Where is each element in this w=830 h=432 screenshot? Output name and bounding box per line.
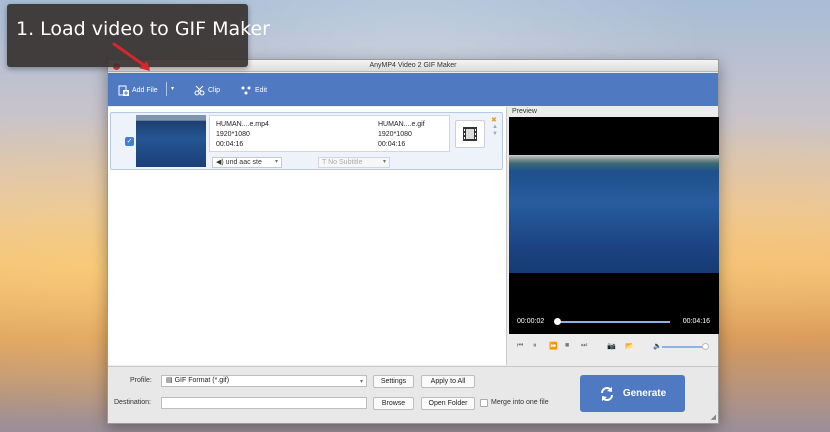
destination-label: Destination:: [114, 399, 151, 406]
merge-label: Merge into one file: [491, 399, 549, 406]
camera-icon[interactable]: 📷: [607, 342, 616, 350]
speaker-icon: ◀): [216, 159, 224, 166]
output-name: HUMAN....e.gif: [378, 121, 425, 128]
file-checkbox[interactable]: ✓: [125, 137, 134, 146]
audio-track-value: und aac ste: [225, 159, 262, 166]
file-row[interactable]: ✓ HUMAN....e.mp4 1920*1080 00:04:16 HUMA…: [110, 112, 503, 170]
resize-grip-icon[interactable]: ◢: [711, 413, 716, 421]
output-settings-button[interactable]: [455, 120, 485, 148]
add-file-label: Add File: [132, 86, 158, 94]
profile-select[interactable]: ▤ GIF Format (*.gif) ▾: [161, 375, 367, 387]
skip-forward-icon[interactable]: ⏭: [581, 342, 587, 350]
gif-format-icon: ▤: [166, 377, 173, 384]
player-controls: ⏮ ⏸ ⏩ ■ ⏭ 📷 📂 🔈: [509, 340, 719, 354]
source-duration: 00:04:16: [216, 141, 244, 148]
source-info: HUMAN....e.mp4 1920*1080 00:04:16: [216, 120, 269, 150]
destination-field[interactable]: [161, 397, 367, 409]
source-name: HUMAN....e.mp4: [216, 121, 269, 128]
add-file-dropdown-icon[interactable]: ▾: [171, 85, 174, 92]
volume-handle[interactable]: [701, 343, 709, 350]
video-thumbnail: [136, 115, 206, 167]
profile-label: Profile:: [130, 377, 152, 384]
volume-track[interactable]: [662, 346, 707, 348]
clip-label: Clip: [208, 86, 221, 94]
bottom-panel: Profile: ▤ GIF Format (*.gif) ▾ Settings…: [108, 366, 718, 423]
add-file-icon: [118, 85, 129, 96]
app-window: AnyMP4 Video 2 GIF Maker Add File ▾ Clip: [107, 59, 719, 424]
merge-checkbox[interactable]: [480, 399, 488, 407]
subtitle-icon: T: [322, 159, 327, 166]
film-icon: [463, 127, 477, 141]
output-duration: 00:04:16: [378, 141, 406, 148]
subtitle-value: No Subtitle: [328, 159, 363, 166]
skip-back-icon[interactable]: ⏮: [517, 342, 523, 350]
output-info: HUMAN....e.gif 1920*1080 00:04:16: [378, 120, 425, 150]
video-frame: [509, 155, 719, 273]
caption-text: 1. Load video to GIF Maker: [16, 18, 270, 40]
seek-track[interactable]: [556, 321, 670, 323]
add-file-button[interactable]: Add File: [118, 84, 158, 96]
window-title: AnyMP4 Video 2 GIF Maker: [369, 62, 457, 69]
settings-button[interactable]: Settings: [373, 375, 414, 388]
volume-icon[interactable]: 🔈: [653, 342, 662, 350]
move-down-icon[interactable]: ▼: [492, 131, 498, 137]
file-list: ✓ HUMAN....e.mp4 1920*1080 00:04:16 HUMA…: [108, 107, 507, 365]
clip-button[interactable]: Clip: [194, 84, 220, 96]
fast-forward-icon[interactable]: ⏩: [549, 342, 558, 350]
open-folder-button[interactable]: Open Folder: [421, 397, 475, 410]
chevron-down-icon: ▾: [359, 379, 363, 385]
subtitle-select[interactable]: T No Subtitle ▾: [318, 157, 390, 168]
browse-button[interactable]: Browse: [373, 397, 414, 410]
output-resolution: 1920*1080: [378, 131, 412, 138]
edit-label: Edit: [255, 86, 268, 94]
generate-button[interactable]: Generate: [580, 375, 685, 412]
edit-button[interactable]: Edit: [240, 84, 267, 96]
source-resolution: 1920*1080: [216, 131, 250, 138]
file-info-box: HUMAN....e.mp4 1920*1080 00:04:16 HUMAN.…: [209, 115, 450, 152]
pause-icon[interactable]: ⏸: [533, 342, 537, 350]
stop-icon[interactable]: ■: [565, 342, 569, 349]
total-time: 00:04:16: [682, 318, 710, 325]
chevron-down-icon: ▾: [382, 159, 386, 165]
toolbar: Add File ▾ Clip Edit: [108, 73, 718, 106]
current-time: 00:00:02: [517, 318, 545, 325]
folder-icon[interactable]: 📂: [625, 342, 634, 350]
preview-label: Preview: [512, 108, 537, 115]
audio-track-select[interactable]: ◀) und aac ste ▾: [212, 157, 282, 168]
edit-effects-icon: [241, 86, 251, 94]
chevron-down-icon: ▾: [274, 159, 278, 165]
apply-to-all-button[interactable]: Apply to All: [421, 375, 475, 388]
generate-label: Generate: [622, 388, 667, 399]
convert-arrows-icon: [600, 386, 613, 401]
seek-handle[interactable]: [554, 318, 562, 325]
red-arrow-icon: [112, 42, 150, 71]
preview-player: 00:00:02 00:04:16: [509, 117, 719, 334]
remove-file-icon[interactable]: ✖: [491, 116, 497, 124]
toolbar-separator: [166, 82, 167, 96]
profile-value: GIF Format (*.gif): [174, 377, 230, 384]
move-up-icon[interactable]: ▲: [492, 124, 498, 130]
scissors-icon: [194, 85, 205, 95]
time-bar: 00:00:02 00:04:16: [509, 317, 719, 327]
